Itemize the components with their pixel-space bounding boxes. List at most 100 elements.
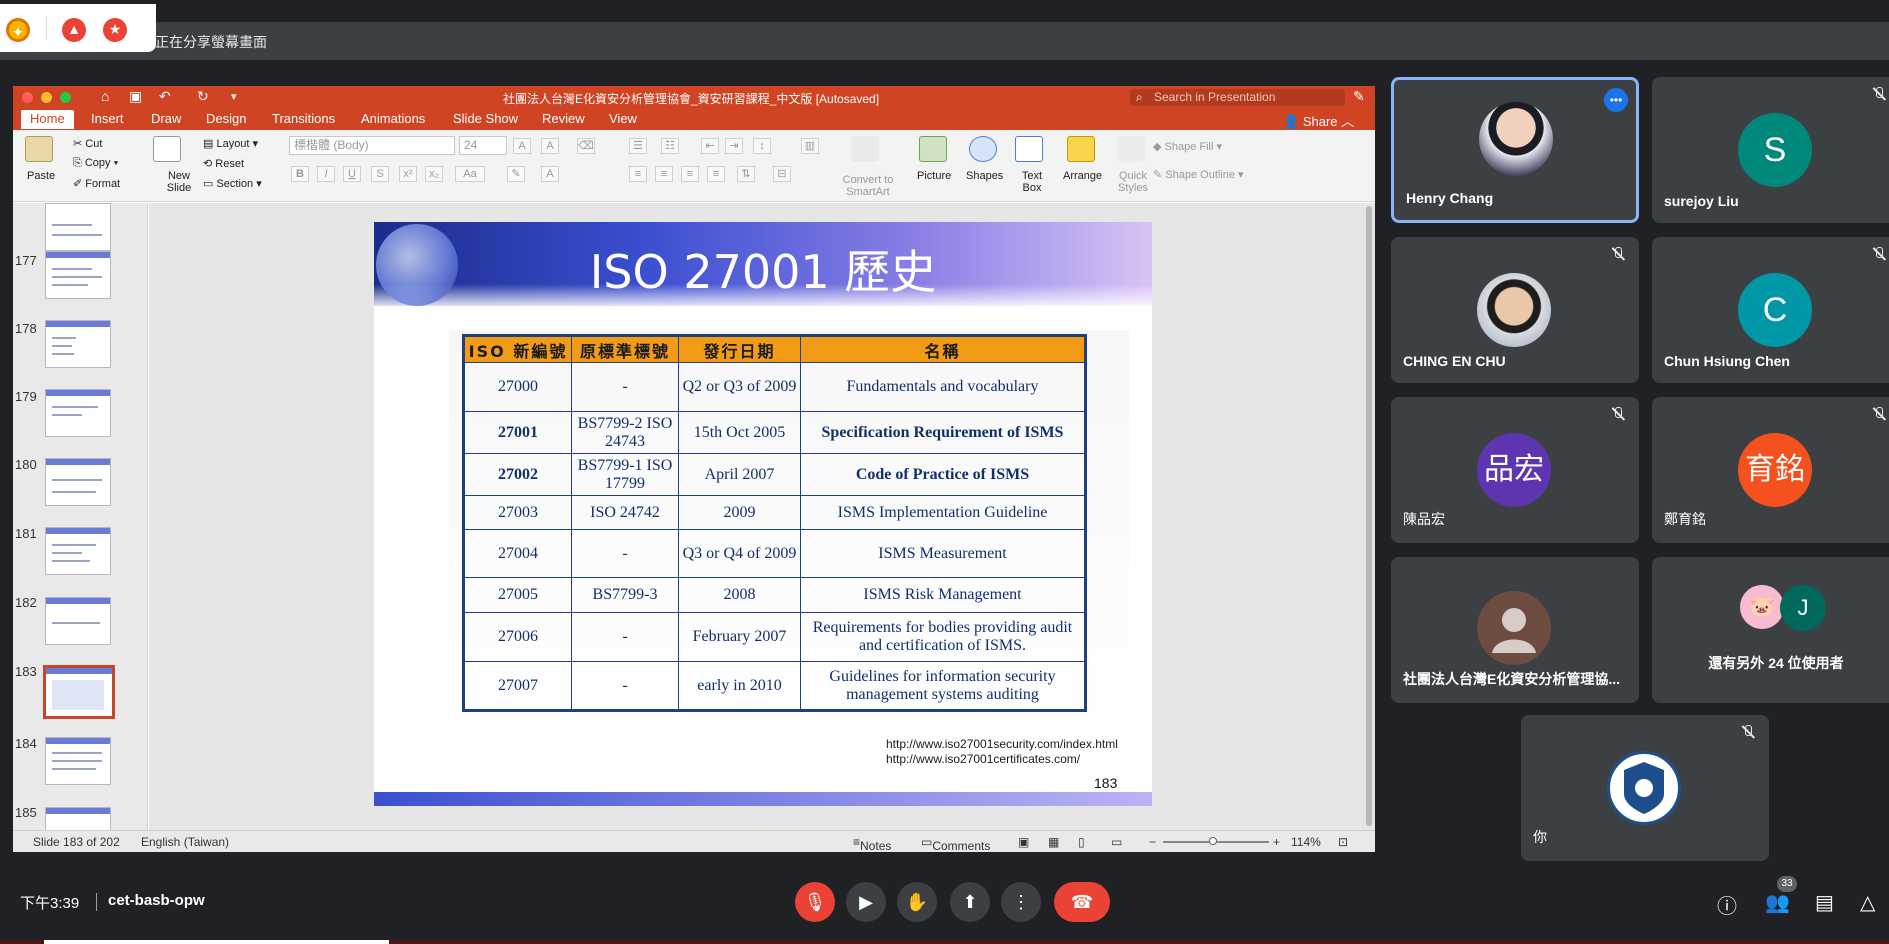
format-painter-button[interactable]: ✐ Format [73,177,120,190]
text-box-label[interactable]: Text Box [1017,170,1047,194]
slide-thumbnail[interactable] [45,458,111,506]
slide-thumbnail[interactable] [45,389,111,437]
customize-toolbar-icon[interactable]: ▾ [231,90,237,103]
slide-thumbnail[interactable] [45,527,111,575]
align-right-icon[interactable]: ≡ [681,166,699,182]
present-button[interactable]: ⬆ [950,882,990,922]
tab-draw[interactable]: Draw [151,111,181,126]
slide-thumbnail-selected[interactable] [43,665,115,719]
italic-icon[interactable]: I [317,166,335,182]
highlight-icon[interactable]: ✎ [507,166,525,182]
language-indicator[interactable]: English (Taiwan) [141,835,229,849]
home-icon[interactable]: ⌂ [101,88,109,104]
sorter-view-icon[interactable]: ▦ [1048,835,1059,849]
justify-icon[interactable]: ≡ [707,166,725,182]
text-box-icon[interactable] [1015,136,1043,162]
tab-transitions[interactable]: Transitions [272,111,335,126]
slide-thumbnail[interactable] [45,597,111,645]
convert-smartart-label[interactable]: Convert to SmartArt [833,174,903,198]
align-text-icon[interactable]: ⊟ [773,166,791,182]
align-center-icon[interactable]: ≡ [655,166,673,182]
quick-styles-label[interactable]: Quick Styles [1113,170,1153,194]
shrink-font-icon[interactable]: A [541,138,559,154]
reading-view-icon[interactable]: ▯ [1078,835,1085,849]
align-left-icon[interactable]: ≡ [629,166,647,182]
participant-tile[interactable]: 社團法人台灣E化資安分析管理協... [1391,557,1639,703]
shapes-label[interactable]: Shapes [966,170,1003,182]
cut-button[interactable]: ✂ Cut [73,137,102,150]
comments-button[interactable]: ▭ Comments [921,835,990,853]
clear-format-icon[interactable]: ⌫ [577,138,595,154]
leave-call-button[interactable]: ☎ [1054,882,1110,922]
tab-design[interactable]: Design [206,111,246,126]
underline-icon[interactable]: U [343,166,361,182]
camera-button[interactable]: ▶ [846,882,886,922]
participant-tile[interactable]: C Chun Hsiung Chen [1652,237,1889,383]
tab-insert[interactable]: Insert [91,111,124,126]
zoom-out-icon[interactable]: − [1149,835,1156,849]
mic-off-button[interactable]: 🎙 [795,882,835,922]
participant-tile[interactable]: 育銘 鄭育銘 [1652,397,1889,543]
tab-view[interactable]: View [609,111,637,126]
tab-home[interactable]: Home [21,110,74,129]
font-family-select[interactable]: 標楷體 (Body) [289,136,455,155]
numbering-icon[interactable]: ☷ [661,138,679,154]
arrange-icon[interactable] [1067,136,1095,162]
line-spacing-icon[interactable]: ↕ [753,138,771,154]
indent-icon[interactable]: ⇥ [725,138,743,154]
reset-button[interactable]: ⟲ Reset [203,157,244,170]
paste-icon[interactable] [25,136,53,162]
layout-button[interactable]: ▤ Layout ▾ [203,137,258,150]
slide-thumbnail[interactable] [45,807,111,830]
close-window-button[interactable] [22,92,33,103]
share-button[interactable]: 👤 Share ︿ [1283,111,1354,130]
slide-thumbnail[interactable] [45,320,111,368]
shape-outline-button[interactable]: ✎ Shape Outline ▾ [1153,168,1244,181]
columns-icon[interactable]: ▥ [801,138,819,154]
text-direction-icon[interactable]: ⇅ [737,166,755,182]
paste-label[interactable]: Paste [27,170,55,182]
zoom-slider-thumb[interactable] [1209,837,1217,845]
shapes-icon[interactable] [969,136,997,162]
search-presentation-input[interactable]: ⌕ Search in Presentation [1130,89,1345,106]
tab-animations[interactable]: Animations [361,111,425,126]
superscript-icon[interactable]: x² [399,166,417,182]
zoom-level[interactable]: 114% [1291,835,1321,849]
undo-icon[interactable]: ↶ [159,88,171,105]
new-slide-icon[interactable] [153,136,181,162]
collaborate-icon[interactable]: ✎ [1353,88,1365,105]
smartart-icon[interactable] [851,136,879,162]
slide-thumbnail[interactable] [45,737,111,785]
slide-canvas[interactable]: ISO 27001 歷史 ISO 新編號 原標準標號 發行日期 名稱 27000… [374,222,1152,806]
raise-hand-button[interactable]: ✋ [897,882,937,922]
bold-icon[interactable]: B [291,166,309,182]
grow-font-icon[interactable]: A [513,138,531,154]
picture-label[interactable]: Picture [917,170,951,182]
others-tile[interactable]: 🐷 J 還有另外 24 位使用者 [1652,557,1889,703]
star-icon[interactable]: ★ [103,18,127,42]
zoom-window-button[interactable] [60,92,71,103]
minimize-window-button[interactable] [41,92,52,103]
outdent-icon[interactable]: ⇤ [701,138,719,154]
slide-thumbnail-panel[interactable]: 177 178 179 180 181 182 183 184 185 [13,203,148,830]
fit-slide-icon[interactable]: ⊡ [1338,835,1348,849]
self-tile[interactable]: 你 [1521,715,1769,861]
font-size-select[interactable]: 24 [459,136,507,155]
arrange-label[interactable]: Arrange [1063,170,1102,182]
people-icon[interactable]: 👥 [1765,890,1790,915]
participant-tile[interactable]: CHING EN CHU [1391,237,1639,383]
extension-icon[interactable]: ✦ [6,18,30,42]
editor-scrollbar[interactable] [1366,206,1372,826]
chat-icon[interactable]: ▤ [1815,890,1834,915]
copy-button[interactable]: ⎘ Copy ▾ [73,157,118,170]
slide-thumbnail[interactable] [45,251,111,299]
tab-review[interactable]: Review [542,111,585,126]
activities-icon[interactable]: △ [1860,890,1875,915]
participant-tile[interactable]: ••• Henry Chang [1391,77,1639,223]
drive-icon[interactable]: ▲ [62,18,86,42]
picture-icon[interactable] [919,136,947,162]
slideshow-view-icon[interactable]: ▭ [1111,835,1122,849]
shape-fill-button[interactable]: ◆ Shape Fill ▾ [1153,140,1222,153]
subscript-icon[interactable]: x₂ [425,166,443,182]
bullets-icon[interactable]: ☰ [629,138,647,154]
